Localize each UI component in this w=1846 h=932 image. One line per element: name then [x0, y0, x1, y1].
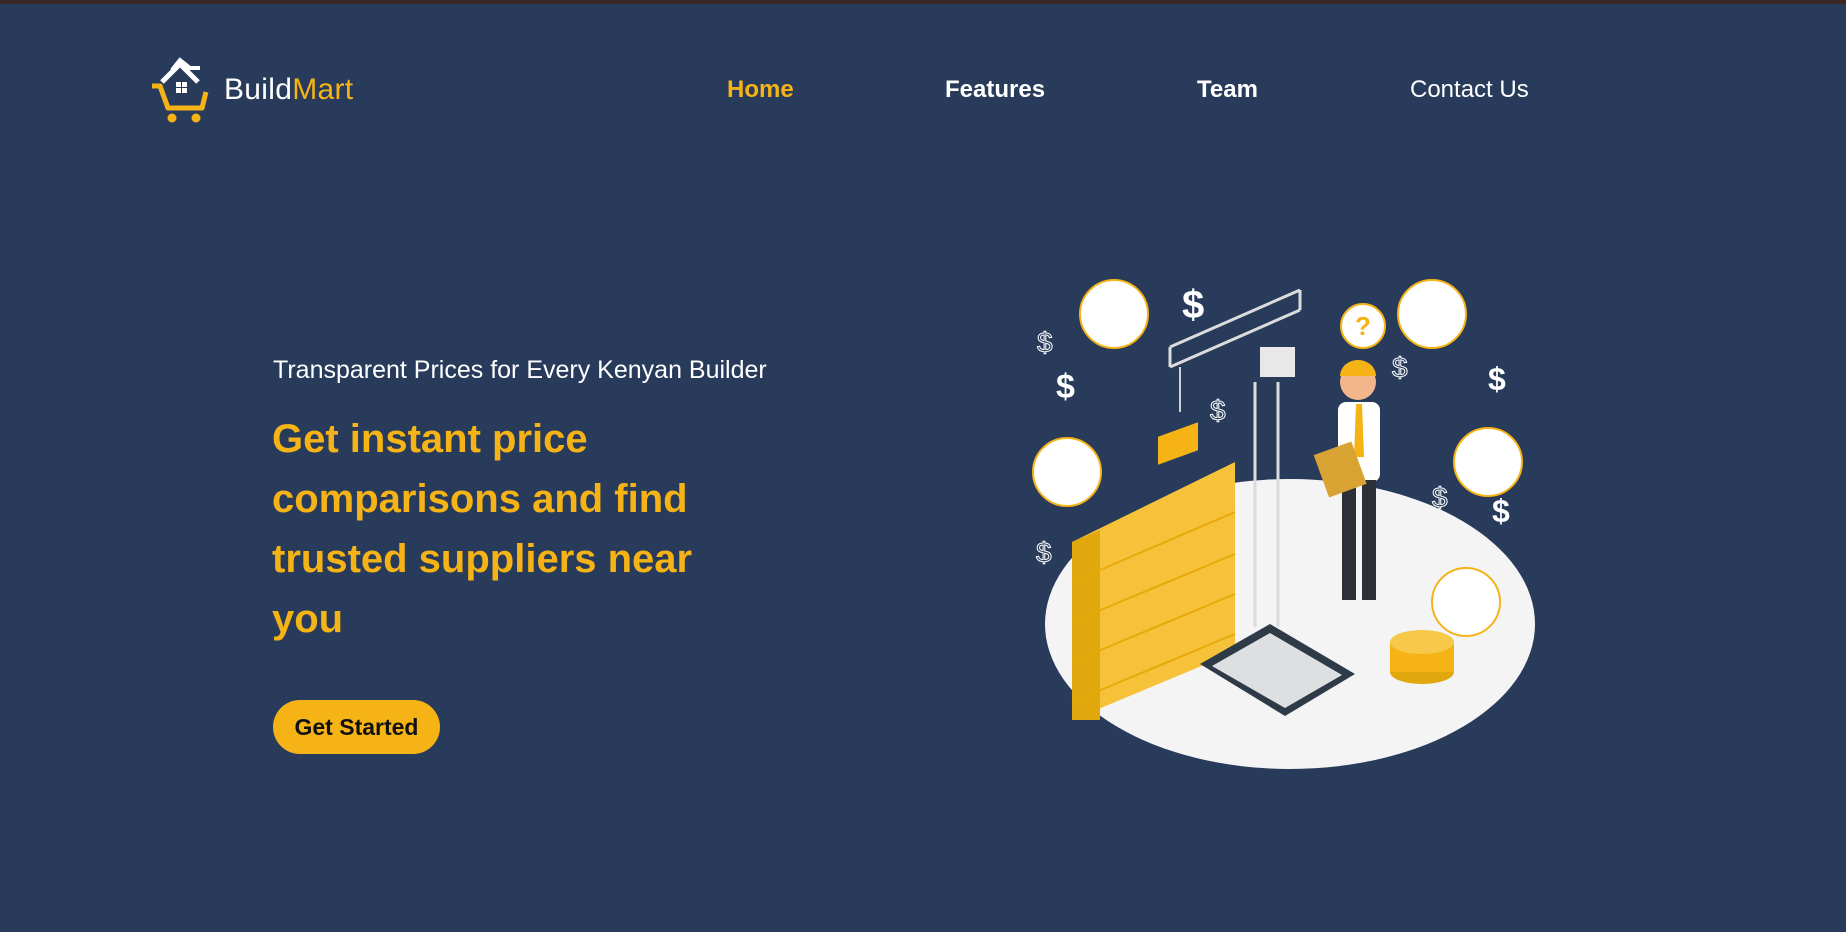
svg-text:?: ?	[1355, 311, 1371, 341]
svg-text:$: $	[1036, 537, 1052, 568]
nav-contact-us[interactable]: Contact Us	[1410, 76, 1529, 104]
nav-team[interactable]: Team	[1197, 76, 1258, 104]
svg-text:$: $	[1182, 283, 1204, 327]
get-started-button[interactable]: Get Started	[273, 700, 440, 754]
nav-features[interactable]: Features	[945, 76, 1045, 104]
svg-text:$: $	[1392, 352, 1408, 383]
landing-page: BuildMart Home Features Team Contact Us …	[0, 0, 1846, 932]
svg-text:$: $	[1488, 361, 1506, 397]
main-nav: Home Features Team Contact Us	[0, 76, 1846, 106]
svg-text:$: $	[1492, 493, 1510, 529]
svg-text:$: $	[1432, 482, 1448, 513]
svg-text:$: $	[1037, 327, 1053, 358]
construction-pricing-illustration: ? $ $ $ $ $ $ $ $ $	[1032, 279, 1535, 769]
hero-title: Get instant price comparisons and find t…	[272, 417, 693, 641]
nav-home[interactable]: Home	[727, 76, 794, 104]
hero-subtitle: Transparent Prices for Every Kenyan Buil…	[273, 356, 767, 384]
svg-text:$: $	[1056, 368, 1075, 406]
svg-text:$: $	[1210, 395, 1226, 426]
